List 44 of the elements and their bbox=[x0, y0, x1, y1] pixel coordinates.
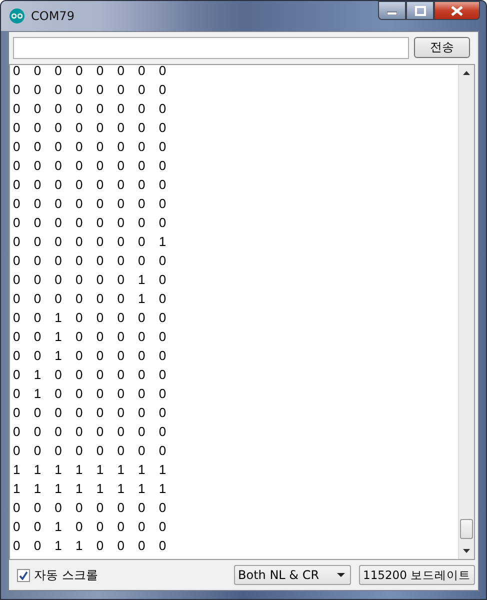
output-line: 1 1 1 1 1 1 1 1 bbox=[13, 482, 168, 498]
output-line: 0 0 1 0 0 0 0 0 bbox=[13, 312, 168, 327]
output-line: 0 0 0 0 0 0 0 0 bbox=[13, 84, 168, 99]
output-line: 0 0 0 0 0 0 0 0 bbox=[13, 216, 168, 232]
output-line: 0 1 0 0 0 0 0 0 bbox=[13, 388, 168, 403]
send-button[interactable]: 전송 bbox=[414, 37, 470, 58]
close-button[interactable] bbox=[434, 1, 480, 20]
scrollbar[interactable] bbox=[458, 64, 474, 560]
output-line: 0 1 0 0 0 0 0 0 bbox=[13, 368, 168, 384]
autoscroll-label: 자동 스크롤 bbox=[34, 566, 98, 584]
output-line: 0 0 1 0 0 0 0 0 bbox=[13, 330, 168, 346]
maximize-icon bbox=[414, 6, 426, 16]
scroll-thumb[interactable] bbox=[460, 519, 473, 540]
output-line: 0 0 0 0 0 0 0 0 bbox=[13, 140, 168, 156]
send-input-field[interactable] bbox=[13, 36, 409, 59]
output-line: 0 0 0 0 0 0 0 0 bbox=[13, 254, 168, 270]
scroll-up-icon[interactable] bbox=[463, 70, 470, 75]
scroll-down-icon[interactable] bbox=[463, 549, 470, 554]
output-line: 0 0 0 0 0 0 0 0 bbox=[13, 444, 168, 460]
output-line: 0 0 0 0 0 0 0 0 bbox=[13, 198, 168, 213]
output-line: 0 0 0 0 0 0 0 0 bbox=[13, 64, 168, 80]
autoscroll-checkbox[interactable] bbox=[17, 568, 30, 582]
infinity-logo-icon bbox=[9, 8, 25, 24]
maximize-button[interactable] bbox=[406, 1, 434, 20]
line-ending-dropdown[interactable]: Both NL & CR bbox=[234, 565, 351, 586]
output-line: 0 0 1 0 0 0 0 0 bbox=[13, 350, 168, 365]
output-line: 0 0 0 0 0 0 0 0 bbox=[13, 502, 168, 517]
output-line: 0 0 1 0 0 0 0 0 bbox=[13, 520, 168, 536]
caret-icon bbox=[337, 573, 345, 578]
output-line: 0 0 1 1 0 0 0 0 bbox=[13, 540, 168, 555]
output-line: 0 0 0 0 0 0 1 0 bbox=[13, 274, 168, 289]
output-line: 0 0 0 0 0 0 1 0 bbox=[13, 292, 168, 308]
window-title: COM79 bbox=[31, 9, 74, 23]
minimize-button[interactable] bbox=[378, 1, 406, 20]
output-line: 0 0 0 0 0 0 0 1 bbox=[13, 236, 168, 251]
close-icon bbox=[451, 6, 463, 16]
output-line: 0 0 0 0 0 0 0 0 bbox=[13, 178, 168, 194]
output-line: 0 0 0 0 0 0 0 0 bbox=[13, 102, 168, 118]
output-line: 0 0 0 0 0 0 0 0 bbox=[13, 426, 168, 441]
output-line: 1 1 1 1 1 1 1 1 bbox=[13, 464, 168, 479]
output-line: 0 0 0 0 0 0 0 0 bbox=[13, 406, 168, 422]
baud-rate-dropdown[interactable]: 115200 보드레이트 bbox=[359, 565, 475, 586]
output-line: 0 0 0 0 0 0 0 0 bbox=[13, 122, 168, 137]
output-line: 0 0 0 0 0 0 0 0 bbox=[13, 160, 168, 175]
